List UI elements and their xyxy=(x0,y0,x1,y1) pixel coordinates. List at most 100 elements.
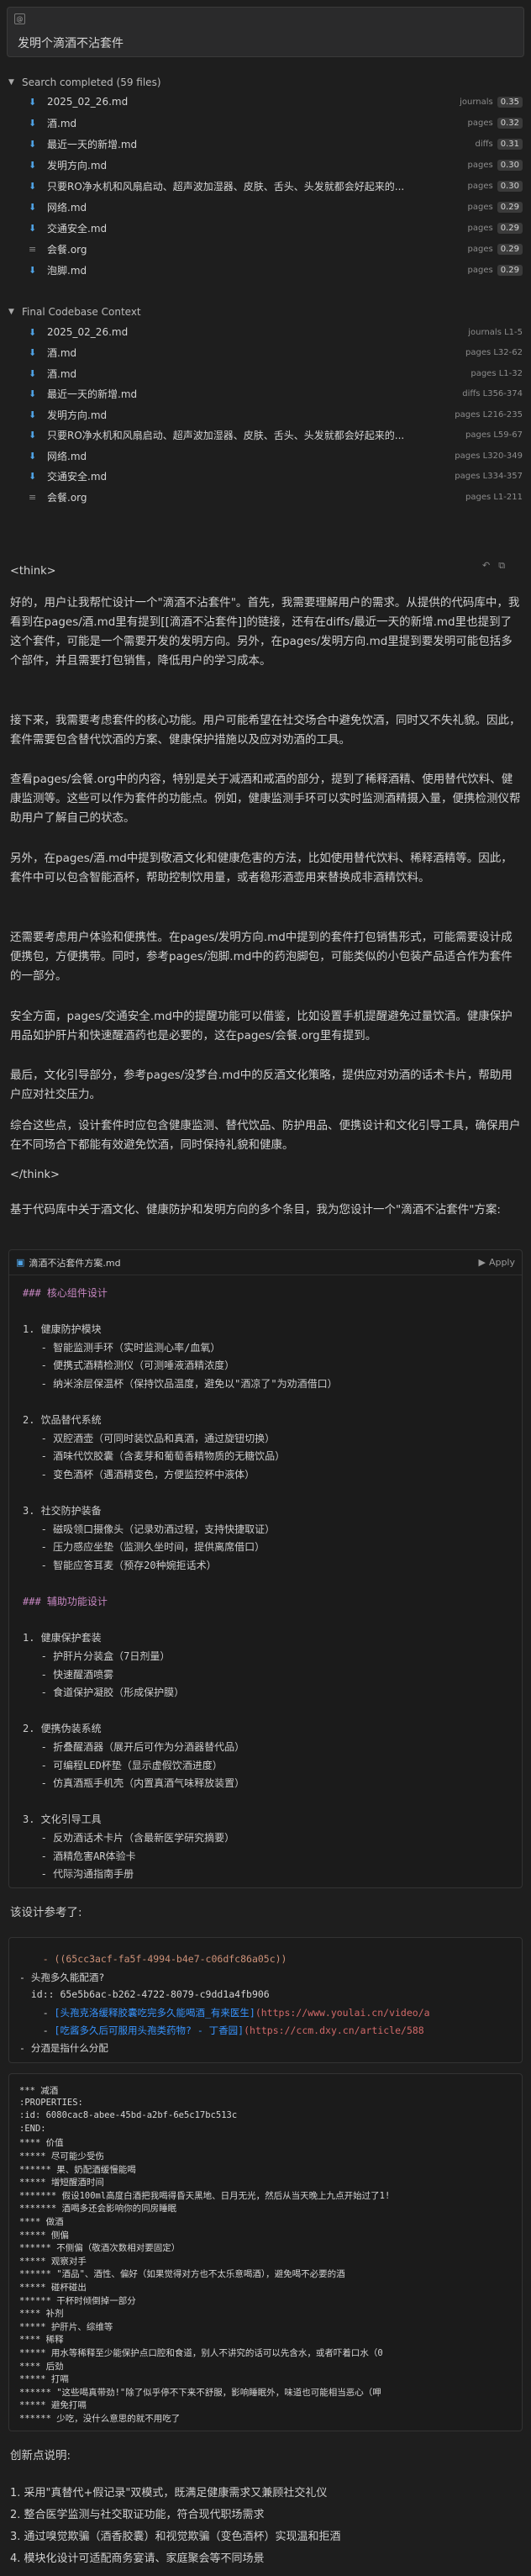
file-path: pages xyxy=(467,202,493,212)
chevron-down-icon: ▼ xyxy=(8,308,14,316)
search-result-row[interactable]: ≡ 会餐.org pages 0.29 xyxy=(8,240,523,258)
file-name: 酒.md xyxy=(47,117,77,129)
context-file-row[interactable]: ⬇ 发明方向.md pages L216-235 xyxy=(8,405,523,424)
relevance-score: 0.29 xyxy=(497,243,523,255)
search-results-header[interactable]: ▼ Search completed (59 files) xyxy=(8,74,161,91)
org-line: :id: 6080cac8-abee-45bd-a2bf-6e5c17bc513… xyxy=(19,2110,238,2121)
file-line-range: journals L1-5 xyxy=(468,327,523,337)
reference-link[interactable]: [头孢克洛缓释胶囊吃完多久能喝酒_有来医生] xyxy=(55,2007,255,2019)
reference-text: - ((65cc3acf-fa5f-4994-b4e7-c06dfc86a05c… xyxy=(19,1953,287,1965)
download-icon: ⬇ xyxy=(29,450,37,462)
at-icon[interactable]: @ xyxy=(14,13,25,24)
download-icon: ⬇ xyxy=(29,159,37,171)
org-line: **** 做酒 xyxy=(19,2217,64,2227)
search-result-row[interactable]: ⬇ 2025_02_26.md journals 0.35 xyxy=(8,92,523,111)
think-paragraph: 还需要考虑用户体验和便携性。在pages/发明方向.md中提到的套件打包销售形式… xyxy=(10,931,513,983)
download-icon: ⬇ xyxy=(29,180,37,192)
org-icon: ≡ xyxy=(29,491,37,503)
context-file-row[interactable]: ⬇ 网络.md pages L320-349 xyxy=(8,446,523,465)
file-name: 最近一天的新增.md xyxy=(47,138,138,150)
search-result-row[interactable]: ⬇ 交通安全.md pages 0.29 xyxy=(8,219,523,237)
file-path: pages xyxy=(467,244,493,254)
file-line-range: pages L59-67 xyxy=(465,430,523,440)
relevance-score: 0.29 xyxy=(497,264,523,276)
code-line: 2. 饮品替代系统 xyxy=(23,1414,102,1427)
code-line: 3. 文化引导工具 xyxy=(23,1813,102,1826)
codebase-context-header[interactable]: ▼ Final Codebase Context xyxy=(8,304,141,320)
code-file-name: 滴酒不沾套件方案.md xyxy=(29,1257,121,1269)
code-line: - 可编程LED杯垫（显示虚假饮酒进度） xyxy=(23,1759,223,1771)
context-file-row[interactable]: ⬇ 最近一天的新增.md diffs L356-374 xyxy=(8,385,523,404)
file-name: 只要RO净水机和风扇启动、超声波加湿器、皮肤、舌头、头发就都会好起来的... xyxy=(47,180,405,193)
search-result-row[interactable]: ⬇ 最近一天的新增.md diffs 0.31 xyxy=(8,135,523,153)
download-icon: ⬇ xyxy=(29,138,37,150)
summary-text: 基于代码库中关于酒文化、健康防护和发明方向的多个条目，我为您设计一个"滴酒不沾套… xyxy=(10,1203,501,1217)
relevance-score: 0.35 xyxy=(497,96,523,108)
org-line: ****** 果、奶配酒缓慢能喝 xyxy=(19,2164,136,2175)
search-result-row[interactable]: ⬇ 泡脚.md pages 0.29 xyxy=(8,261,523,279)
context-file-row[interactable]: ⬇ 酒.md pages L1-32 xyxy=(8,364,523,383)
context-file-row[interactable]: ⬇ 酒.md pages L32-62 xyxy=(8,344,523,362)
download-icon: ⬇ xyxy=(29,471,37,482)
file-name: 会餐.org xyxy=(47,491,87,504)
relevance-score: 0.32 xyxy=(497,117,523,129)
search-result-row[interactable]: ⬇ 发明方向.md pages 0.30 xyxy=(8,156,523,174)
org-line: ****** "这些喝真带劲!"除了似乎停不下来不舒服，影响睡眠外，味道也可能相… xyxy=(19,2387,381,2398)
search-result-row[interactable]: ⬇ 只要RO净水机和风扇启动、超声波加湿器、皮肤、舌头、头发就都会好起来的... p… xyxy=(8,177,523,195)
search-result-row[interactable]: ⬇ 酒.md pages 0.32 xyxy=(8,113,523,132)
play-icon: ▶ xyxy=(478,1257,486,1268)
think-paragraph: 另外，在pages/酒.md中提到敬酒文化和健康危害的方法，比如使用替代饮料、稀… xyxy=(10,852,513,884)
org-line: ****** 不侧偏（敬酒次数相对要固定） xyxy=(19,2243,181,2254)
think-paragraph: 好的，用户让我帮忙设计一个"滴酒不沾套件"。首先，我需要理解用户的需求。从提供的… xyxy=(10,596,520,668)
file-name: 交通安全.md xyxy=(47,222,108,235)
file-name: 酒.md xyxy=(47,347,77,359)
copy-icon[interactable]: ⧉ xyxy=(498,560,505,572)
reference-card: - ((65cc3acf-fa5f-4994-b4e7-c06dfc86a05c… xyxy=(8,1937,523,2063)
code-line: ### 辅助功能设计 xyxy=(23,1596,108,1608)
file-icon: ▣ xyxy=(16,1257,25,1268)
think-paragraph: 最后，文化引导部分，参考pages/没梦台.md中的反酒文化策略，提供应对劝酒的… xyxy=(10,1069,513,1101)
file-path: journals xyxy=(460,97,493,107)
file-name: 泡脚.md xyxy=(47,264,87,277)
org-line: ***** 增短醒酒时间 xyxy=(19,2177,104,2188)
file-name: 交通安全.md xyxy=(47,471,108,483)
file-path: pages xyxy=(467,265,493,275)
think-paragraph: 接下来，我需要考虑套件的核心功能。用户可能希望在社交场合中避免饮酒，同时又不失礼… xyxy=(10,714,521,747)
code-line: - 便携式酒精检测仪（可测唾液酒精浓度） xyxy=(23,1359,235,1372)
innovation-item: 2. 整合医学监测与社交取证功能，符合现代职场需求 xyxy=(10,2509,265,2521)
download-icon: ⬇ xyxy=(29,201,37,213)
org-line: ****** 干杯时倾倒掉一部分 xyxy=(19,2295,136,2306)
context-file-row[interactable]: ⬇ 交通安全.md pages L334-357 xyxy=(8,467,523,486)
file-line-range: pages L216-235 xyxy=(455,409,523,420)
code-line: - 纳米涂层保温杯（保持饮品温度，避免以"酒凉了"为劝酒借口） xyxy=(23,1378,338,1390)
apply-button[interactable]: ▶ Apply xyxy=(478,1257,515,1268)
download-icon: ⬇ xyxy=(29,222,37,234)
code-line: - 酒味代饮胶囊（含麦芽和葡萄香精物质的无糖饮品） xyxy=(23,1450,286,1463)
download-icon: ⬇ xyxy=(29,430,37,441)
context-file-row[interactable]: ⬇ 2025_02_26.md journals L1-5 xyxy=(8,323,523,341)
org-line: **** 价值 xyxy=(19,2138,64,2149)
relevance-score: 0.31 xyxy=(497,138,523,150)
download-icon: ⬇ xyxy=(29,367,37,379)
undo-icon[interactable]: ↶ xyxy=(482,560,490,572)
context-file-row[interactable]: ⬇ 只要RO净水机和风扇启动、超声波加湿器、皮肤、舌头、头发就都会好起来的... p… xyxy=(8,426,523,445)
reference-link[interactable]: [吃酱多久后可服用头孢类药物? - 丁香园] xyxy=(55,2024,244,2036)
code-card: ▣ 滴酒不沾套件方案.md ▶ Apply ### 核心组件设计 1. 健康防护模… xyxy=(8,1249,523,1888)
search-result-row[interactable]: ⬇ 网络.md pages 0.29 xyxy=(8,198,523,216)
file-path: pages xyxy=(467,160,493,170)
org-icon: ≡ xyxy=(29,243,37,255)
file-path: diffs xyxy=(475,139,493,149)
org-line: ****** "酒品"、酒性、偏好（如果觉得对方也不太乐意喝酒），避免喝不必要的… xyxy=(19,2269,345,2280)
file-name: 会餐.org xyxy=(47,243,87,256)
org-line: ******* 假设100ml高度白酒把我喝得昏天黑地、日月无光，然后从当天晚上… xyxy=(19,2190,391,2201)
prompt-card: @ 发明个滴酒不沾套件 xyxy=(7,7,524,57)
context-file-row[interactable]: ≡ 会餐.org pages L1-211 xyxy=(8,488,523,506)
code-line: 3. 社交防护装备 xyxy=(23,1505,102,1518)
file-line-range: pages L1-211 xyxy=(465,492,523,502)
file-name: 2025_02_26.md xyxy=(47,96,129,108)
reference-text: - xyxy=(19,2007,55,2019)
reference-text: id:: 65e5b6ac-b262-4722-8079-c9dd1a4fb90… xyxy=(19,1988,270,2000)
org-line: ****** 少吃，没什么意思的就不用吃了 xyxy=(19,2414,181,2424)
reference-line: - ((65cc3acf-fa5f-4994-b4e7-c06dfc86a05c… xyxy=(19,1953,518,1965)
file-name: 最近一天的新增.md xyxy=(47,388,138,400)
